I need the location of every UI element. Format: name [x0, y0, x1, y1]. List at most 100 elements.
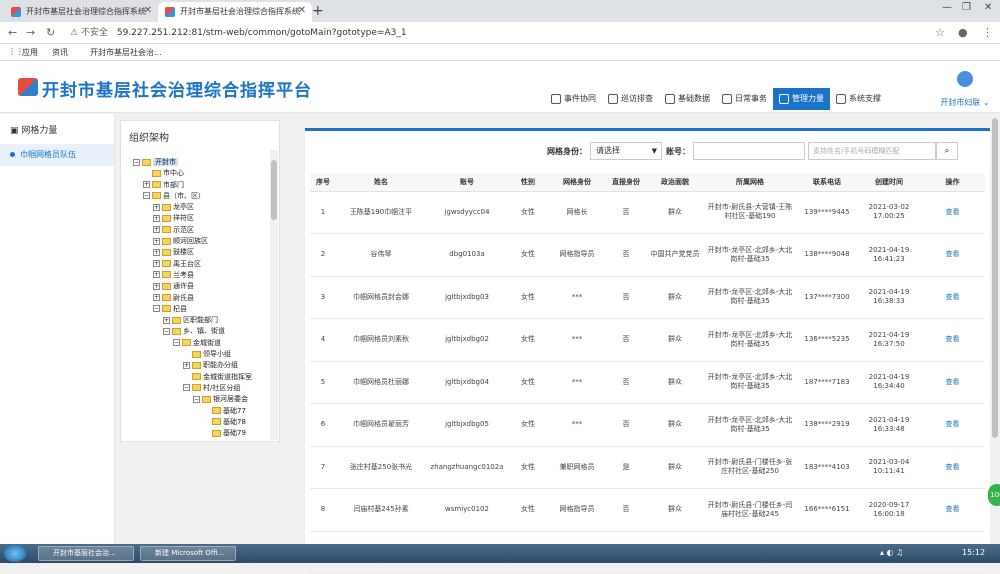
- bookmark-site[interactable]: 开封市基层社会治...: [90, 47, 162, 58]
- tree-node[interactable]: + 区职能部门: [133, 315, 268, 326]
- expand-icon[interactable]: +: [153, 282, 160, 290]
- tree-node[interactable]: 基础79: [133, 428, 268, 439]
- collapse-icon[interactable]: −: [133, 158, 140, 166]
- float-button[interactable]: 100: [988, 484, 1000, 506]
- url-input[interactable]: ⚠ 不安全 59.227.251.212:81/stm-web/common/g…: [70, 25, 950, 41]
- table-cell: 2021-03-02 17:00:25: [858, 191, 920, 234]
- tree-node[interactable]: 领导小组: [133, 349, 268, 360]
- nav-event-coordination[interactable]: 事件协同: [545, 88, 602, 110]
- collapse-icon[interactable]: −: [183, 384, 190, 392]
- tree-node[interactable]: + 禹王台区: [133, 259, 268, 270]
- tree-node[interactable]: − 村/社区分组: [133, 383, 268, 394]
- tree-node-label: 祥符区: [173, 214, 194, 223]
- tree-node[interactable]: − 县（市、区）: [133, 191, 268, 202]
- table-cell: 中国共产党党员: [646, 233, 704, 277]
- account-input[interactable]: [693, 142, 805, 160]
- taskbar-item-browser[interactable]: 开封市基层社会治...: [38, 546, 134, 561]
- tree-scrollbar[interactable]: [270, 150, 278, 440]
- search-icon[interactable]: ⌕: [936, 142, 958, 160]
- tree-node[interactable]: + 尉氏县: [133, 293, 268, 304]
- nav-management[interactable]: 管理力量: [773, 88, 830, 110]
- tree-node[interactable]: − 银河居委会: [133, 394, 268, 405]
- profile-icon[interactable]: ●: [958, 26, 968, 39]
- tree-node[interactable]: 市中心: [133, 168, 268, 179]
- start-icon[interactable]: [4, 545, 26, 562]
- view-link[interactable]: 查看: [920, 403, 985, 447]
- collapse-icon[interactable]: −: [163, 327, 170, 335]
- bookmark-apps[interactable]: 应用: [22, 47, 38, 58]
- view-link[interactable]: 查看: [920, 361, 985, 404]
- taskbar-item-office[interactable]: 新建 Microsoft Offi...: [140, 546, 236, 561]
- main-scrollbar[interactable]: [990, 114, 1000, 544]
- expand-icon[interactable]: +: [153, 237, 160, 245]
- tree-node-label: 开封市: [153, 158, 178, 166]
- tree-node[interactable]: − 金城街道: [133, 338, 268, 349]
- forward-icon[interactable]: →: [26, 26, 35, 39]
- back-icon[interactable]: ←: [8, 26, 17, 39]
- sidebar-item-women-grid-team[interactable]: 巾帼网格员队伍: [0, 144, 114, 166]
- nav-patrol[interactable]: 巡访排查: [602, 88, 659, 110]
- collapse-icon[interactable]: −: [153, 305, 160, 313]
- browser-tab[interactable]: 开封市基层社会治理综合指挥系统 ✕: [4, 2, 158, 22]
- expand-icon[interactable]: +: [183, 361, 190, 369]
- tree-node[interactable]: + 龙亭区: [133, 202, 268, 213]
- view-link[interactable]: 查看: [920, 488, 985, 532]
- tree-node[interactable]: − 开封市: [133, 157, 268, 168]
- nav-system[interactable]: 系统支撑: [830, 88, 887, 110]
- restore-icon[interactable]: ❐: [962, 2, 971, 13]
- expand-icon[interactable]: +: [153, 260, 160, 268]
- nav-daily[interactable]: 日常事务: [716, 88, 773, 110]
- tree-node-label: 金城街道: [193, 338, 221, 347]
- tree-node[interactable]: + 通许县: [133, 281, 268, 292]
- bookmark-star-icon[interactable]: ☆: [935, 26, 945, 39]
- tree-node[interactable]: + 顺河回族区: [133, 236, 268, 247]
- tree-node-label: 通许县: [173, 282, 194, 291]
- tree-node[interactable]: − 杞县: [133, 304, 268, 315]
- table-cell: 开封市-龙亭区-北郊乡-大北岗村-基础35: [704, 318, 796, 362]
- expand-icon[interactable]: +: [153, 271, 160, 279]
- tree-node[interactable]: + 市部门: [133, 180, 268, 191]
- expand-icon[interactable]: +: [163, 316, 170, 324]
- reload-icon[interactable]: ↻: [46, 26, 55, 39]
- view-link[interactable]: 查看: [920, 318, 985, 362]
- tree-node[interactable]: + 兰考县: [133, 270, 268, 281]
- browser-tab-active[interactable]: 开封市基层社会治理综合指挥系统 ✕: [158, 2, 312, 22]
- view-link[interactable]: 查看: [920, 233, 985, 277]
- tree-node[interactable]: + 示范区: [133, 225, 268, 236]
- view-link[interactable]: 查看: [920, 191, 985, 234]
- new-tab-icon[interactable]: +: [312, 3, 324, 19]
- nav-base-data[interactable]: 基础数据: [659, 88, 716, 110]
- tree-node[interactable]: 基础77: [133, 406, 268, 417]
- expand-icon[interactable]: +: [153, 294, 160, 302]
- tree-node[interactable]: − 乡、镇、街道: [133, 326, 268, 337]
- view-link[interactable]: 查看: [920, 446, 985, 489]
- minimize-icon[interactable]: —: [942, 2, 952, 13]
- expand-icon[interactable]: +: [153, 226, 160, 234]
- tree-node[interactable]: 金城街道指挥室: [133, 372, 268, 383]
- identity-select[interactable]: 请选择 ▼: [590, 142, 662, 160]
- tree-node[interactable]: + 祥符区: [133, 213, 268, 224]
- expand-icon[interactable]: +: [143, 181, 150, 189]
- close-icon[interactable]: ✕: [298, 5, 306, 16]
- table-cell: 群众: [646, 446, 704, 489]
- close-icon[interactable]: ✕: [144, 5, 152, 16]
- collapse-icon[interactable]: −: [143, 192, 150, 200]
- window-close-icon[interactable]: ✕: [984, 2, 992, 13]
- tray-icon[interactable]: ▴ ◐ ♫: [880, 548, 903, 557]
- expand-icon[interactable]: +: [153, 214, 160, 222]
- user-menu[interactable]: 开封市妇联 ⌄: [935, 71, 995, 108]
- collapse-icon[interactable]: −: [193, 395, 200, 403]
- search-input[interactable]: 支持姓名/手机号码模糊匹配: [808, 142, 936, 160]
- tree-node[interactable]: + 鼓楼区: [133, 247, 268, 258]
- expand-icon[interactable]: +: [153, 248, 160, 256]
- tree-node[interactable]: + 职能办分组: [133, 360, 268, 371]
- view-link[interactable]: 查看: [920, 276, 985, 319]
- collapse-icon[interactable]: −: [173, 339, 180, 347]
- bookmark-news[interactable]: 资讯: [52, 47, 68, 58]
- tree-node[interactable]: 基础78: [133, 417, 268, 428]
- folder-icon: [162, 305, 171, 313]
- menu-icon[interactable]: ⋮: [982, 26, 993, 39]
- user-name: 开封市妇联 ⌄: [940, 98, 990, 107]
- folder-icon: [162, 248, 171, 256]
- expand-icon[interactable]: +: [153, 203, 160, 211]
